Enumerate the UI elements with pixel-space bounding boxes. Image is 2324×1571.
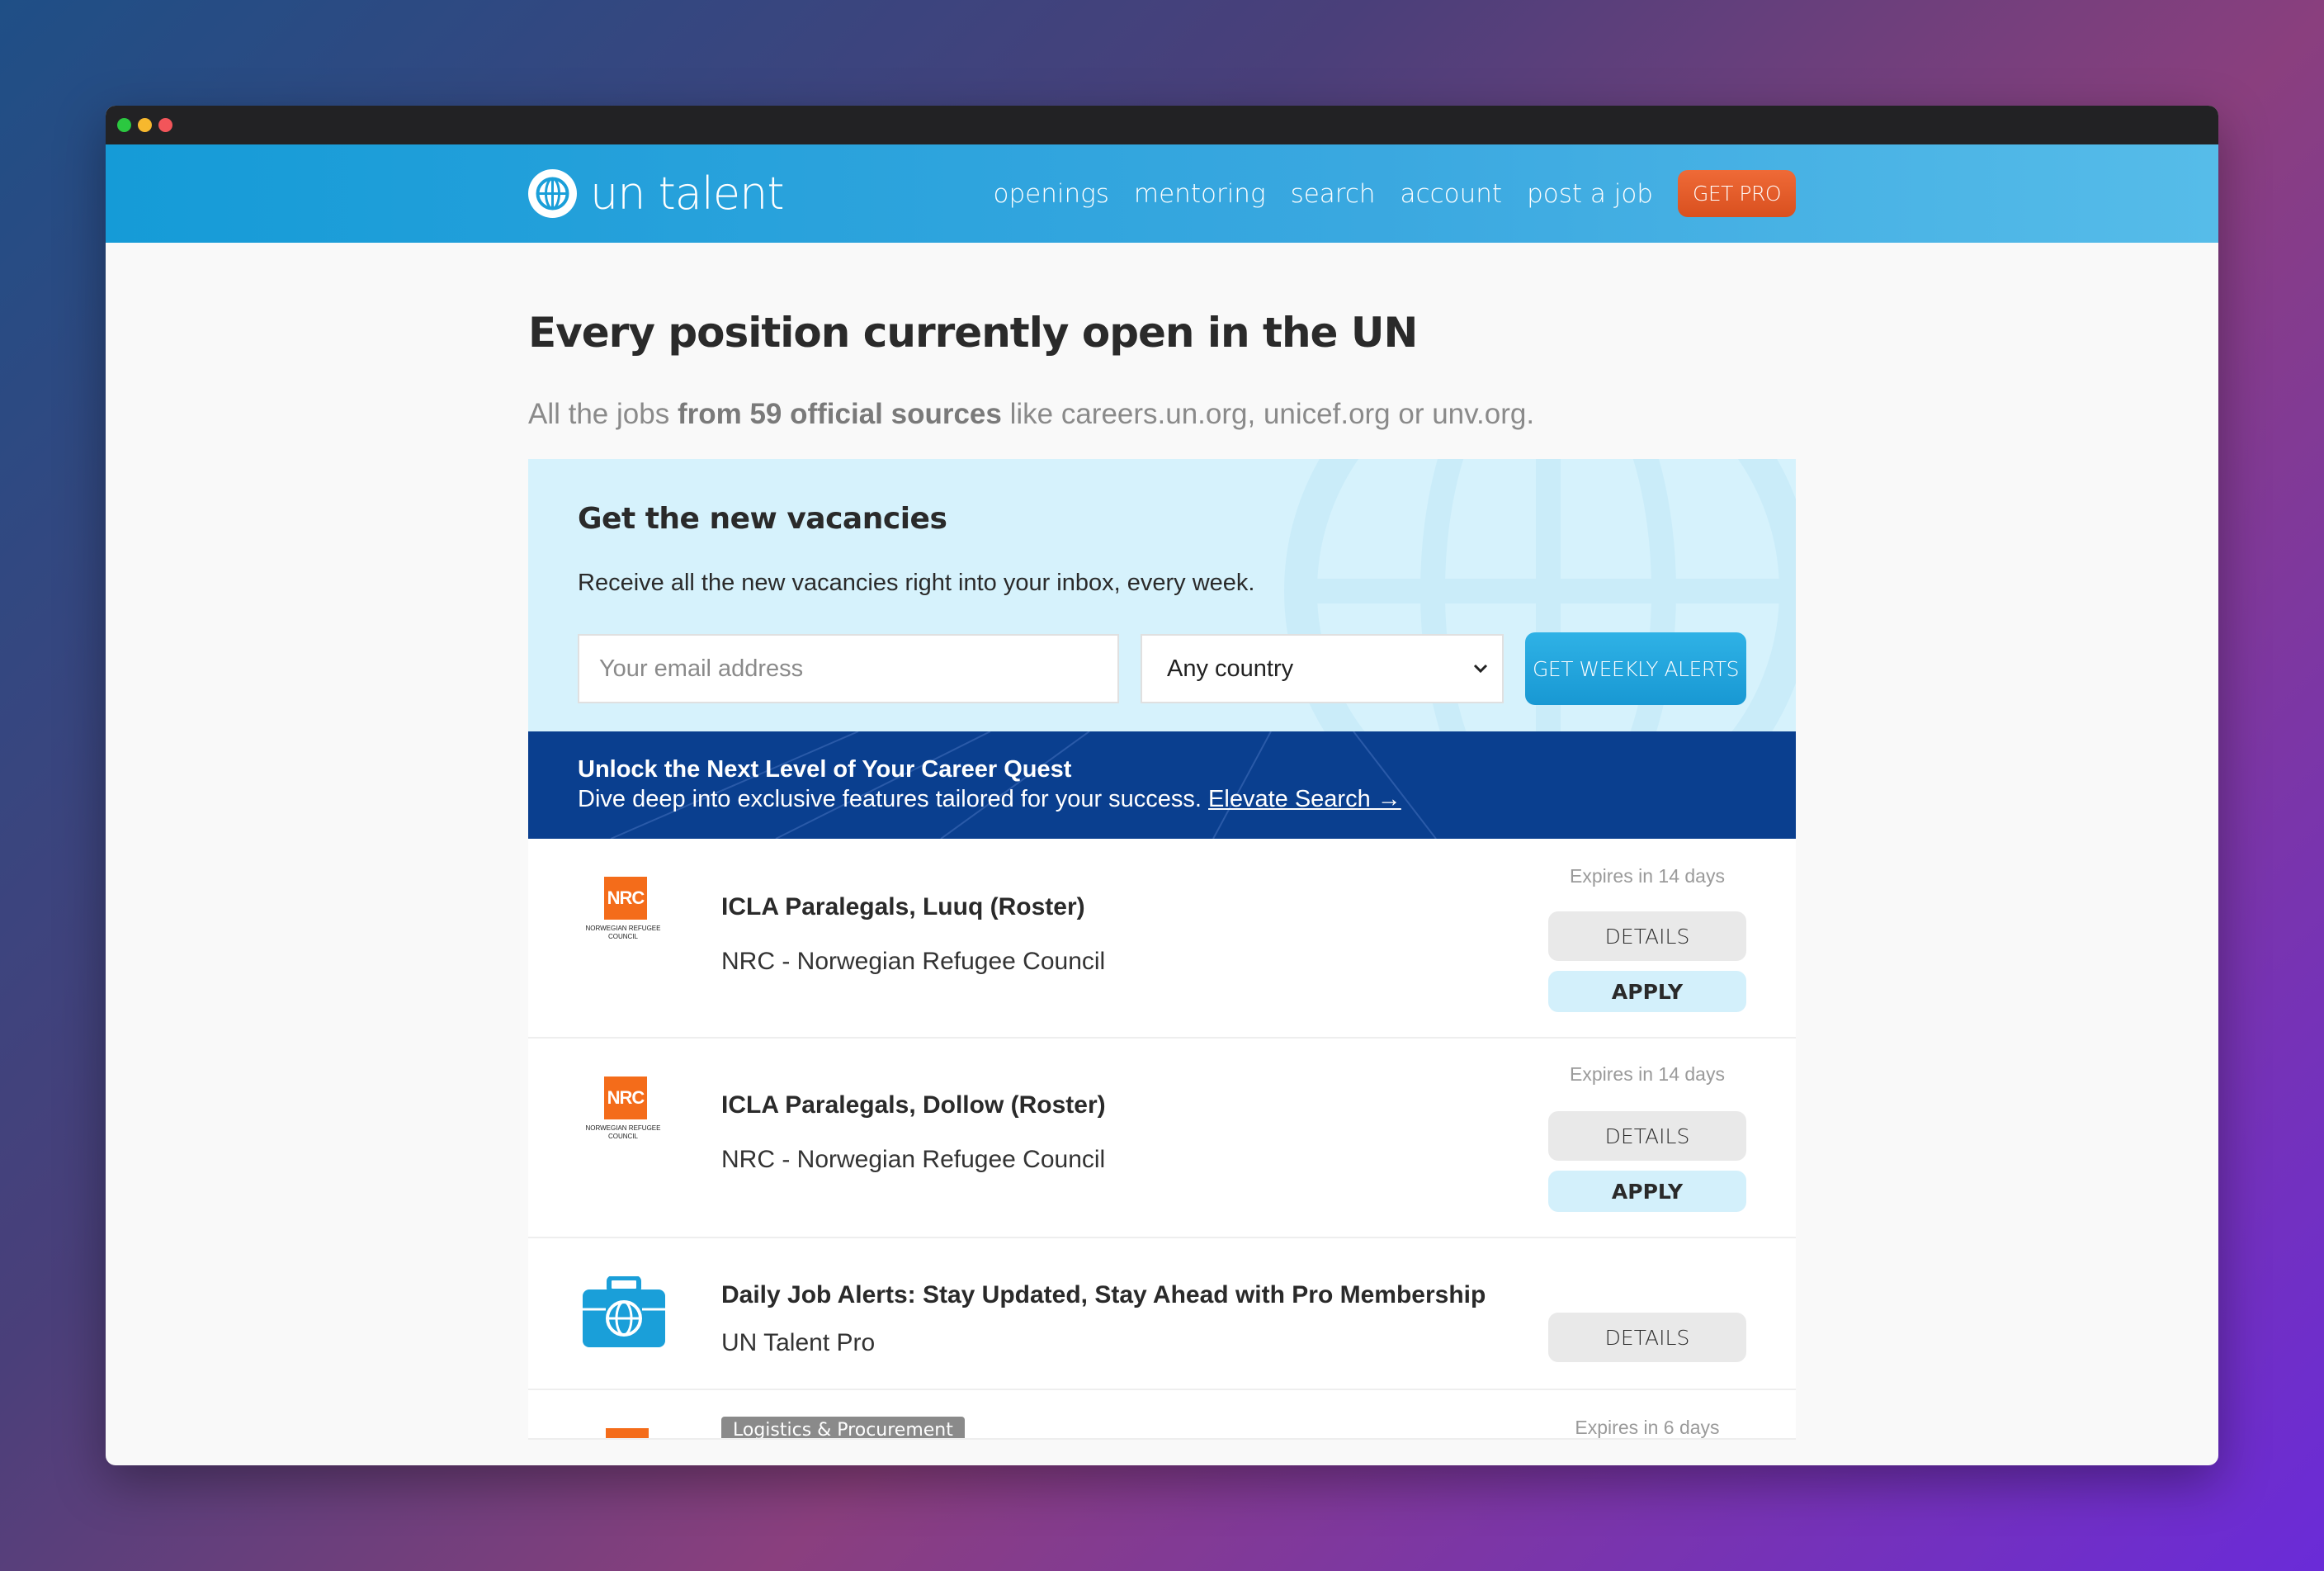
nav-openings[interactable]: openings [994, 179, 1109, 209]
maximize-window-button[interactable] [158, 118, 172, 132]
briefcase-icon [583, 1276, 665, 1347]
alerts-description: Receive all the new vacancies right into… [578, 570, 1255, 596]
category-tag: Logistics & Procurement [721, 1417, 965, 1438]
pro-promo-banner: Unlock the Next Level of Your Career Que… [528, 731, 1796, 839]
promo-decoration [610, 731, 1437, 839]
globe-icon [528, 169, 577, 218]
job-title[interactable]: Daily Job Alerts: Stay Updated, Stay Ahe… [721, 1281, 1486, 1309]
window-titlebar [106, 106, 2218, 144]
job-expires: Expires in 14 days [1570, 1063, 1725, 1085]
get-pro-button[interactable]: GET PRO [1677, 170, 1796, 217]
page-subtitle: All the jobs from 59 official sources li… [528, 398, 1535, 430]
minimize-window-button[interactable] [138, 118, 152, 132]
page-title: Every position currently open in the UN [528, 309, 1418, 357]
close-window-button[interactable] [117, 118, 131, 132]
top-navbar: un talent openings mentoring search acco… [106, 144, 2218, 243]
details-button[interactable]: DETAILS [1548, 1111, 1746, 1161]
job-organization: UN Talent Pro [721, 1329, 876, 1356]
details-button[interactable]: DETAILS [1548, 1313, 1746, 1362]
job-expires: Expires in 6 days [1575, 1417, 1720, 1438]
job-card[interactable]: NRC NORWEGIAN REFUGEE COUNCIL ICLA Paral… [528, 1039, 1796, 1238]
main-content: Every position currently open in the UN … [528, 243, 1796, 1440]
promo-text: Dive deep into exclusive features tailor… [578, 786, 1401, 812]
job-card[interactable]: Daily Job Alerts: Stay Updated, Stay Ahe… [528, 1238, 1796, 1390]
apply-button[interactable]: APPLY [1548, 1171, 1746, 1212]
promo-title: Unlock the Next Level of Your Career Que… [578, 756, 1072, 783]
elevate-search-link[interactable]: Elevate Search → [1208, 786, 1401, 812]
nav-links: openings mentoring search account post a… [994, 170, 1796, 217]
job-card[interactable]: NRC NORWEGIAN REFUGEE COUNCIL ICLA Paral… [528, 839, 1796, 1039]
nav-post-a-job[interactable]: post a job [1527, 179, 1653, 209]
org-logo [606, 1428, 649, 1438]
logo-text: un talent [590, 168, 785, 220]
sources-count: from 59 official sources [677, 398, 1002, 430]
country-selected-value: Any country [1167, 655, 1294, 682]
browser-window: un talent openings mentoring search acco… [106, 106, 2218, 1465]
job-title[interactable]: ICLA Paralegals, Luuq (Roster) [721, 893, 1085, 921]
nav-mentoring[interactable]: mentoring [1134, 179, 1266, 209]
nrc-logo: NRC NORWEGIAN REFUGEE COUNCIL [578, 877, 668, 951]
job-title[interactable]: ICLA Paralegals, Dollow (Roster) [721, 1091, 1106, 1119]
email-input[interactable]: Your email address [578, 634, 1119, 703]
nrc-logo: NRC NORWEGIAN REFUGEE COUNCIL [578, 1077, 668, 1151]
alerts-signup-box: Get the new vacancies Receive all the ne… [528, 459, 1796, 731]
job-organization: NRC - Norwegian Refugee Council [721, 948, 1106, 975]
get-weekly-alerts-button[interactable]: GET WEEKLY ALERTS [1525, 632, 1746, 705]
country-select[interactable]: Any country [1141, 634, 1504, 703]
job-organization: NRC - Norwegian Refugee Council [721, 1146, 1106, 1173]
nav-account[interactable]: account [1401, 179, 1503, 209]
nav-search[interactable]: search [1291, 179, 1376, 209]
alerts-title: Get the new vacancies [578, 502, 947, 536]
site-logo[interactable]: un talent [528, 168, 785, 220]
chevron-down-icon [1473, 664, 1488, 674]
job-expires: Expires in 14 days [1570, 865, 1725, 887]
job-card[interactable]: Logistics & Procurement Expires in 6 day… [528, 1390, 1796, 1440]
details-button[interactable]: DETAILS [1548, 911, 1746, 961]
apply-button[interactable]: APPLY [1548, 971, 1746, 1012]
